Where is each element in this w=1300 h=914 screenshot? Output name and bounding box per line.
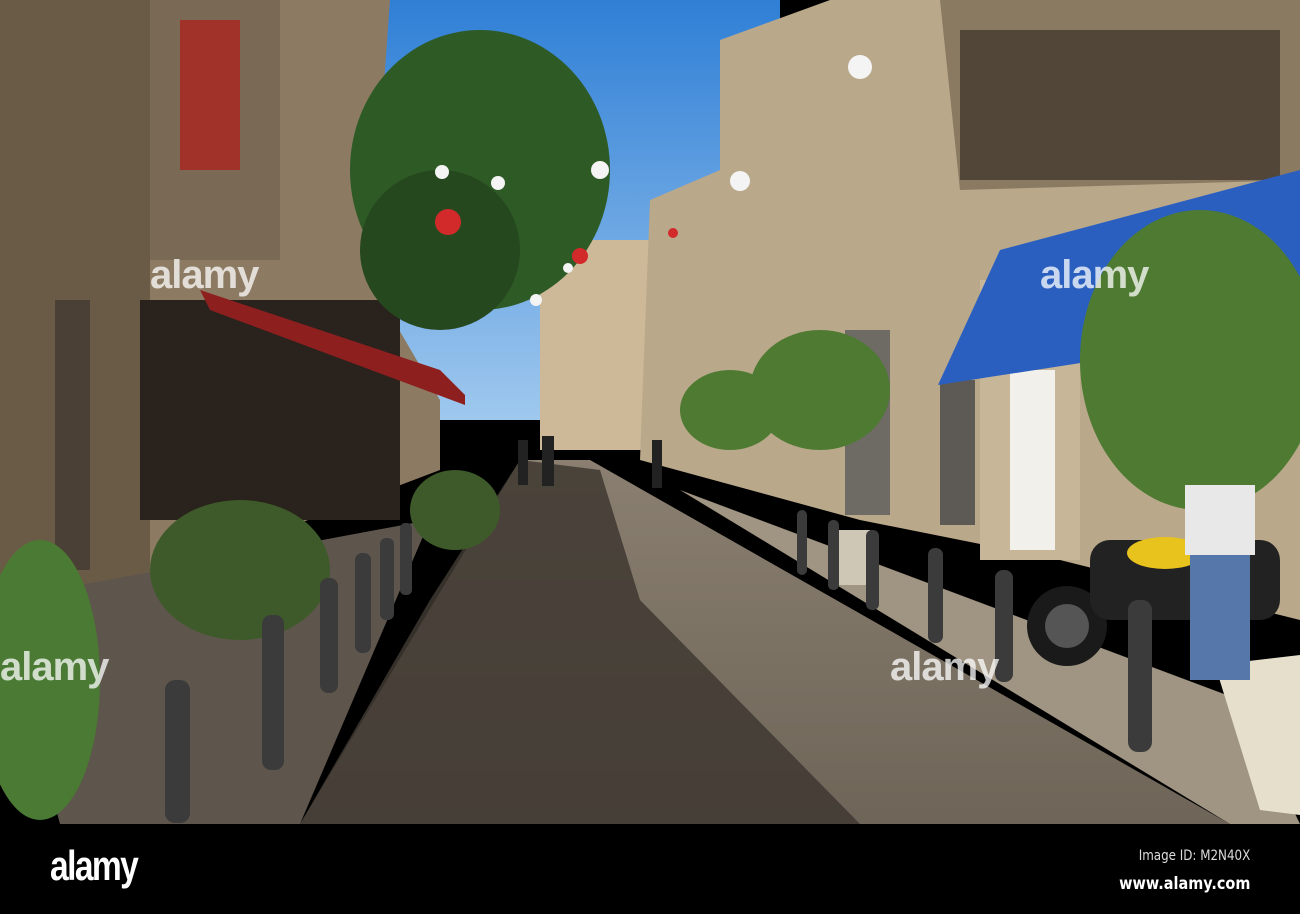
watermark: alamy xyxy=(890,645,999,689)
footer-bar: alamy Image ID: M2N40X www.alamy.com xyxy=(0,824,1300,914)
site-url: www.alamy.com xyxy=(1118,874,1250,894)
street-scene-photo xyxy=(0,0,1300,824)
watermark: alamy xyxy=(150,253,259,297)
image-id: Image ID: M2N40X xyxy=(1138,848,1250,864)
alamy-logo: alamy xyxy=(50,842,139,889)
stock-photo: alamy alamy alamy alamy alamy Image ID: … xyxy=(0,0,1300,914)
watermark: alamy xyxy=(0,645,109,689)
watermark: alamy xyxy=(1040,253,1149,297)
